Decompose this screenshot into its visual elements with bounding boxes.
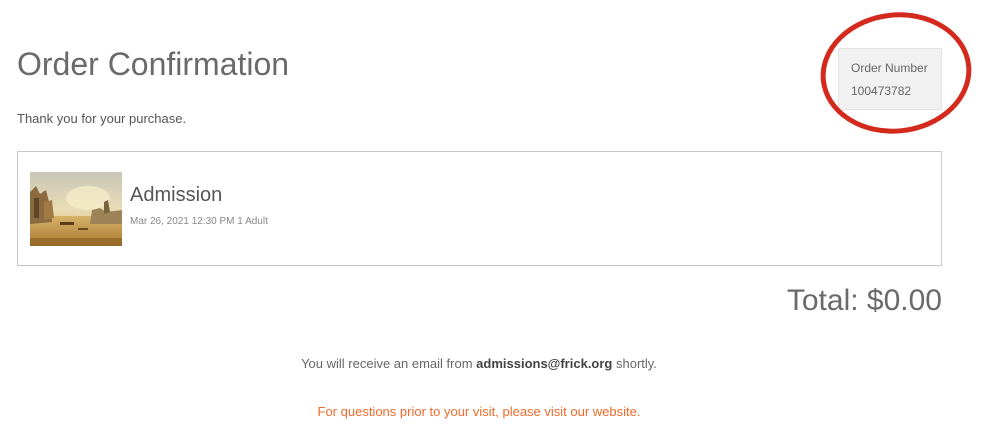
order-number-label: Order Number: [851, 61, 928, 75]
email-address: admissions@frick.org: [476, 356, 613, 371]
order-number-value: 100473782: [851, 84, 912, 98]
thank-you-message: Thank you for your purchase.: [17, 111, 187, 126]
visit-website-link[interactable]: For questions prior to your visit, pleas…: [0, 404, 958, 419]
page-title: Order Confirmation: [17, 46, 290, 82]
item-thumbnail-image: [30, 172, 122, 246]
email-notice-prefix: You will receive an email from: [301, 356, 477, 371]
item-name: Admission: [130, 184, 223, 206]
email-notice: You will receive an email from admission…: [0, 356, 958, 371]
order-total: Total: $0.00: [786, 284, 942, 317]
email-notice-suffix: shortly.: [612, 356, 657, 371]
order-number-box: Order Number 100473782: [838, 48, 942, 110]
item-details: Mar 26, 2021 12:30 PM 1 Adult: [130, 216, 268, 227]
order-item-card: Admission Mar 26, 2021 12:30 PM 1 Adult: [17, 151, 942, 266]
